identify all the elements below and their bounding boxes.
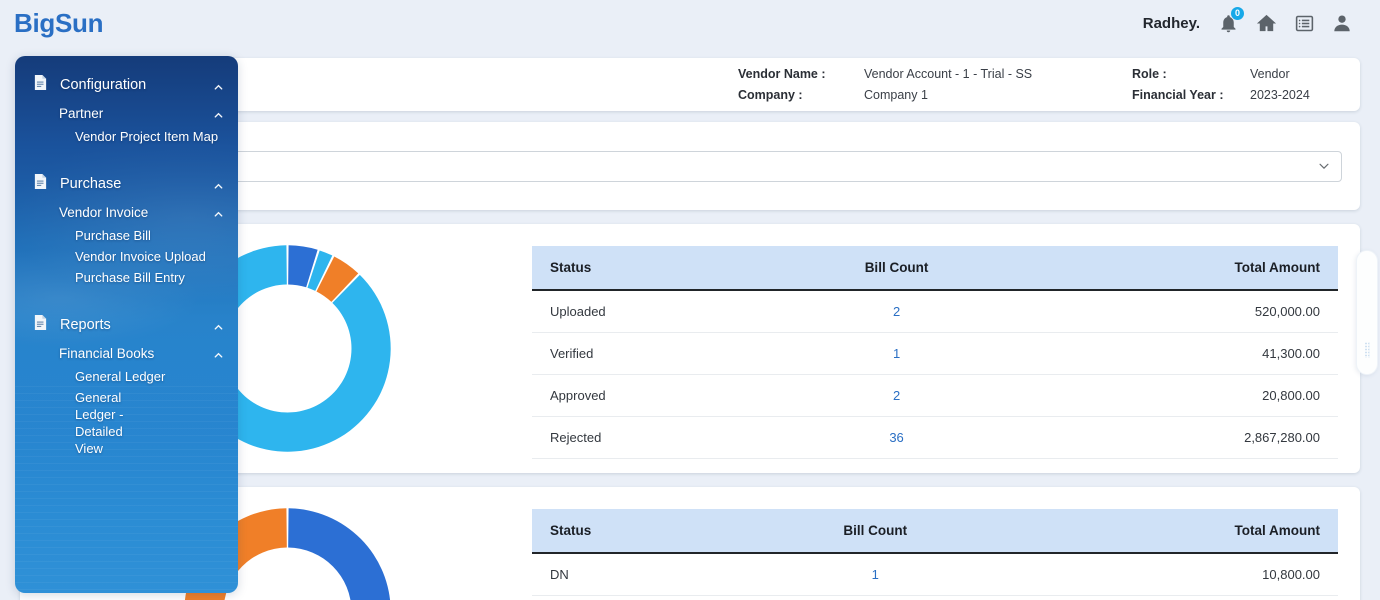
bill-count-link[interactable]: 1 — [893, 346, 900, 361]
cell-bill-count: 2 — [768, 374, 1026, 417]
app-logo[interactable]: BigSun — [14, 10, 103, 36]
financial-year-value: 2023-2024 — [1250, 88, 1310, 102]
table-row: Rejected 36 2,867,280.00 — [532, 416, 1338, 459]
cell-status: Verified — [532, 332, 769, 375]
chevron-up-icon — [213, 179, 224, 190]
donut-slice[interactable] — [287, 507, 391, 600]
column-header-status: Status — [532, 246, 769, 291]
vendor-meta-grid: Vendor Name : Vendor Account - 1 - Trial… — [738, 67, 1340, 102]
table-row: Verified 1 41,300.00 — [532, 332, 1338, 375]
chevron-up-icon — [213, 108, 224, 119]
sidebar-section-label: Reports — [60, 317, 111, 333]
dn-status-table: Status Bill Count Total Amount DN 1 10,8… — [532, 509, 1338, 596]
sidebar-section-reports[interactable]: Reports — [15, 310, 238, 340]
cell-status: Approved — [532, 374, 769, 417]
sidebar-item-purchase-bill[interactable]: Purchase Bill — [15, 225, 238, 246]
sidebar-group-vendor-invoice[interactable]: Vendor Invoice — [15, 199, 238, 225]
cell-status: DN — [532, 553, 741, 596]
sidebar-section-label: Configuration — [60, 77, 147, 93]
dn-status-table-wrap: Status Bill Count Total Amount DN 1 10,8… — [532, 501, 1338, 600]
cell-status: Uploaded — [532, 290, 769, 333]
role-value: Vendor — [1250, 67, 1290, 81]
cell-total-amount: 520,000.00 — [1025, 290, 1338, 333]
column-header-bill-count: Bill Count — [768, 246, 1026, 291]
company-label: Company : — [738, 88, 803, 102]
sidebar-group-label: Partner — [59, 105, 104, 121]
role-label: Role : — [1132, 67, 1167, 81]
bill-status-table: Status Bill Count Total Amount Uploaded … — [532, 246, 1338, 459]
home-icon[interactable] — [1254, 11, 1278, 35]
cell-total-amount: 2,867,280.00 — [1025, 416, 1338, 459]
chevron-up-icon — [213, 80, 224, 91]
column-header-status: Status — [532, 509, 741, 554]
document-icon — [33, 74, 48, 96]
table-body: Uploaded 2 520,000.00 Verified 1 41,300.… — [532, 290, 1338, 459]
table-row: Uploaded 2 520,000.00 — [532, 290, 1338, 333]
cell-bill-count: 1 — [740, 553, 1010, 596]
bill-count-link[interactable]: 2 — [893, 388, 900, 403]
bill-count-link[interactable]: 1 — [872, 567, 879, 582]
sidebar-group-financial-books[interactable]: Financial Books — [15, 340, 238, 366]
drag-handle-icon — [1364, 342, 1370, 358]
sidebar-item-purchase-bill-entry[interactable]: Purchase Bill Entry — [15, 267, 238, 288]
sidebar-group-label: Financial Books — [59, 345, 155, 361]
cell-status: Rejected — [532, 416, 769, 459]
bell-icon[interactable]: 0 — [1216, 6, 1245, 35]
sidebar-item-vendor-invoice-upload[interactable]: Vendor Invoice Upload — [15, 246, 238, 267]
chevron-up-icon — [213, 207, 224, 218]
sidebar-item-vendor-project-item-map[interactable]: Vendor Project Item Map — [15, 126, 238, 147]
table-header-row: Status Bill Count Total Amount — [532, 246, 1338, 291]
vendor-name-value: Vendor Account - 1 - Trial - SS — [864, 67, 1033, 81]
bill-count-link[interactable]: 2 — [893, 304, 900, 319]
table-row: Approved 2 20,800.00 — [532, 374, 1338, 417]
table-header-row: Status Bill Count Total Amount — [532, 509, 1338, 554]
cell-bill-count: 2 — [768, 290, 1026, 333]
column-header-total-amount: Total Amount — [1025, 246, 1338, 291]
sidebar-section-configuration[interactable]: Configuration — [15, 70, 238, 100]
company-value: Company 1 — [864, 88, 928, 102]
sidebar-section-label: Purchase — [60, 176, 122, 192]
header-actions: Radhey. 0 — [1142, 6, 1354, 35]
chevron-up-icon — [213, 348, 224, 359]
table-body: DN 1 10,800.00 — [532, 553, 1338, 596]
table-row: DN 1 10,800.00 — [532, 553, 1338, 596]
cell-total-amount: 20,800.00 — [1025, 374, 1338, 417]
sidebar-group-partner[interactable]: Partner — [15, 100, 238, 126]
sidebar-group-label: Vendor Invoice — [59, 204, 149, 220]
cell-total-amount: 41,300.00 — [1025, 332, 1338, 375]
list-icon[interactable] — [1292, 11, 1316, 35]
user-greeting: Radhey. — [1142, 14, 1200, 32]
vendor-name-label: Vendor Name : — [738, 67, 826, 81]
cell-bill-count: 1 — [768, 332, 1026, 375]
bill-status-table-wrap: Status Bill Count Total Amount Uploaded … — [532, 238, 1338, 459]
bill-count-link[interactable]: 36 — [889, 430, 903, 445]
column-header-total-amount: Total Amount — [1009, 509, 1338, 554]
notification-badge: 0 — [1230, 6, 1245, 21]
cell-total-amount: 10,800.00 — [1009, 553, 1338, 596]
sidebar-section-purchase[interactable]: Purchase — [15, 169, 238, 199]
sidebar-nav: Configuration Partner Vendor Project Ite… — [15, 70, 238, 459]
sidebar: Configuration Partner Vendor Project Ite… — [15, 56, 238, 593]
document-icon — [33, 173, 48, 195]
chevron-down-icon — [1317, 159, 1331, 173]
user-icon[interactable] — [1330, 11, 1354, 35]
app-header: BigSun Radhey. 0 — [0, 0, 1380, 46]
chevron-up-icon — [213, 320, 224, 331]
column-header-bill-count: Bill Count — [740, 509, 1010, 554]
collapsed-side-panel[interactable] — [1356, 250, 1378, 375]
sidebar-item-general-ledger[interactable]: General Ledger — [15, 366, 238, 387]
document-icon — [33, 314, 48, 336]
sidebar-item-general-ledger-detailed-view[interactable]: General Ledger - Detailed View — [15, 387, 165, 459]
financial-year-label: Financial Year : — [1132, 88, 1224, 102]
cell-bill-count: 36 — [768, 416, 1026, 459]
